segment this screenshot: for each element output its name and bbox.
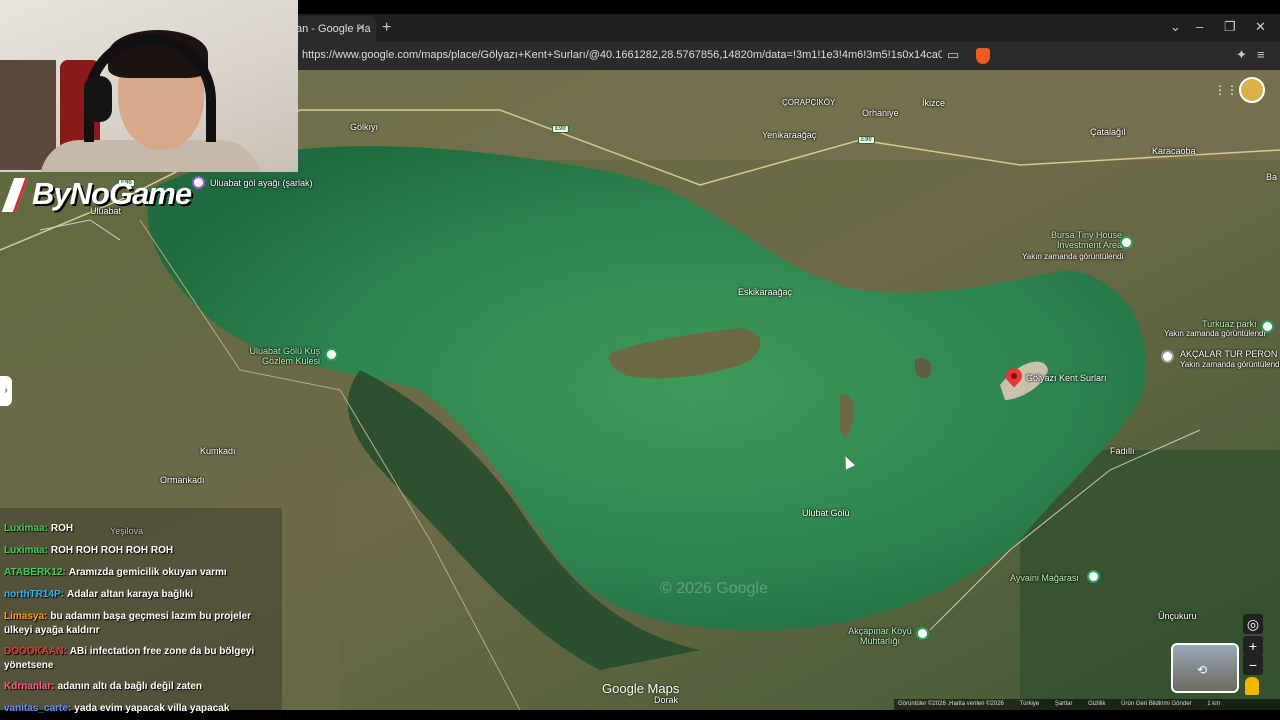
chat-overlay: Luximaa: ROH Luximaa: ROH ROH ROH ROH ROH … [0, 508, 282, 720]
chat-username: Luximaa: [4, 523, 48, 534]
scale-label[interactable]: 1 km [1207, 701, 1220, 707]
poi-label[interactable]: Uluabat göl ayağı (şarlak) [210, 178, 313, 188]
road-shield: E90 [552, 125, 569, 133]
chat-message: vanitas_carte: yada evim yapacak villa ya… [0, 698, 282, 720]
park-marker-icon[interactable] [916, 627, 929, 640]
tab-search-icon[interactable]: ⌄ [1170, 19, 1181, 35]
place-label: Kumkadı [200, 446, 236, 456]
map-watermark: © 2026 Google [660, 580, 768, 597]
chat-message: ATABERK12: Aramızda gemicilik okuyan varm… [0, 562, 282, 584]
collapse-panel-button[interactable]: › [0, 376, 12, 406]
minimize-button[interactable]: – [1196, 19, 1203, 34]
poi-label[interactable]: Akçapınar Köyü Muhtarlığı [846, 626, 914, 646]
park-marker-icon[interactable] [325, 348, 338, 361]
zoom-in-button[interactable]: + [1243, 636, 1263, 656]
account-avatar[interactable] [1239, 77, 1265, 103]
zoom-out-button[interactable]: − [1243, 655, 1263, 675]
menu-icon[interactable]: ≡ [1257, 47, 1265, 62]
selected-place-label[interactable]: Gölyazı Kent Surları [1026, 373, 1107, 383]
chat-message: northTR14P: Adalar altan karaya bağlıki [0, 584, 282, 606]
webcam-overlay [0, 0, 298, 172]
poi-label[interactable]: Bursa Tiny House Investment Area [1042, 230, 1122, 250]
chat-username: Luximaa: [4, 545, 48, 556]
chat-username: Limasya: [4, 611, 48, 622]
chat-text: Adalar altan karaya bağlıki [67, 589, 194, 600]
chat-username: Kdrnanlar: [4, 681, 55, 692]
chat-message: Limasya: bu adamın başa geçmesi lazım bu … [0, 606, 282, 640]
road-shield: E90 [858, 136, 875, 144]
place-marker-icon[interactable] [1161, 350, 1174, 363]
country-link[interactable]: Türkiye [1019, 701, 1039, 707]
screen: an - Google Ha × + ⌄ – ❐ ✕ https://www.g… [0, 0, 1280, 720]
chat-username: ATABERK12: [4, 567, 66, 578]
imagery-credit: Görüntüler ©2026 ,Harita verileri ©2026 [898, 701, 1004, 707]
chat-text: ROH [50, 523, 74, 534]
place-label: Çatalağıl [1090, 127, 1126, 137]
place-label: Ormankadı [160, 475, 205, 485]
close-window-button[interactable]: ✕ [1255, 19, 1266, 35]
chat-text: yada evim yapacak villa yapacak [74, 703, 230, 714]
place-label: Orhaniye [862, 108, 899, 118]
poi-label[interactable]: AKÇALAR TUR PERON [1180, 349, 1277, 359]
chat-username: vanitas_carte: [4, 703, 72, 714]
poi-label[interactable]: Uluabat Gölü Kuş Gözlem Kulesi [248, 346, 320, 366]
install-app-icon[interactable]: ▭ [947, 47, 959, 63]
map-attribution-bar: Görüntüler ©2026 ,Harita verileri ©2026 … [894, 699, 1280, 710]
park-marker-icon[interactable] [1261, 320, 1274, 333]
logo-text: ByNoGame [32, 176, 192, 211]
place-label: İkizce [922, 98, 946, 108]
chat-message: DOOOKAAN: ABi infectation free zone da bu… [0, 641, 282, 675]
feedback-link[interactable]: Ürün Geri Bildirimi Gönder [1121, 701, 1191, 707]
place-marker-icon[interactable] [192, 176, 205, 189]
place-label: Eskikaraağaç [738, 287, 793, 297]
brave-shield-icon[interactable] [976, 48, 990, 64]
recently-viewed-label: Yakın zamanda görüntülendi [1180, 360, 1280, 369]
street-view-icon: ⟲ [1197, 663, 1208, 677]
terms-link[interactable]: Şartlar [1055, 701, 1073, 707]
park-marker-icon[interactable] [1087, 570, 1100, 583]
poi-label[interactable]: Turkuaz parkı [1202, 319, 1257, 329]
pegman-icon[interactable] [1245, 677, 1259, 695]
my-location-button[interactable]: ◎ [1243, 614, 1263, 634]
place-label: Karacaoba [1152, 146, 1196, 156]
chat-text: ROH ROH ROH ROH ROH [50, 545, 174, 556]
tab-close-icon[interactable]: × [358, 20, 365, 34]
chat-text: adanın altı da bağlı değil zaten [57, 681, 203, 692]
place-label: Ba [1266, 172, 1278, 182]
poi-label[interactable]: Ayvaini Mağarası [1010, 573, 1079, 583]
street-view-thumbnail[interactable]: ⟲ [1171, 643, 1239, 693]
place-label: Dorak [654, 695, 679, 705]
headphone-earcup [84, 76, 112, 122]
chat-username: northTR14P: [4, 589, 64, 600]
place-label: Fadıllı [1110, 446, 1135, 456]
place-label: Ünçukuru [1158, 611, 1197, 621]
chat-username: DOOOKAAN: [4, 646, 67, 657]
place-label: Gölkıyı [350, 122, 379, 132]
chat-message: Luximaa: ROH [0, 518, 282, 540]
privacy-link[interactable]: Gizlilik [1088, 701, 1105, 707]
chat-message: Kdrnanlar: adanın altı da bağlı değil zat… [0, 676, 282, 698]
chat-message: Luximaa: ROH ROH ROH ROH ROH [0, 540, 282, 562]
place-label: ÇORAPÇIKÖY [782, 98, 836, 107]
maximize-button[interactable]: ❐ [1224, 19, 1236, 35]
url-field[interactable]: https://www.google.com/maps/place/Gölyaz… [302, 49, 942, 61]
chat-text: Aramızda gemicilik okuyan varmı [68, 567, 227, 578]
park-marker-icon[interactable] [1120, 236, 1133, 249]
recently-viewed-label: Yakın zamanda görüntülendi [1164, 329, 1266, 338]
place-label: Yenikaraağaç [762, 130, 817, 140]
new-tab-button[interactable]: + [382, 19, 391, 37]
lake-label: Ulubat Gölü [802, 508, 850, 518]
extensions-icon[interactable]: ✦ [1236, 47, 1247, 63]
bookshelf [0, 60, 56, 170]
google-maps-brand: Google Maps [602, 681, 680, 696]
recently-viewed-label: Yakın zamanda görüntülendi [1022, 252, 1124, 261]
